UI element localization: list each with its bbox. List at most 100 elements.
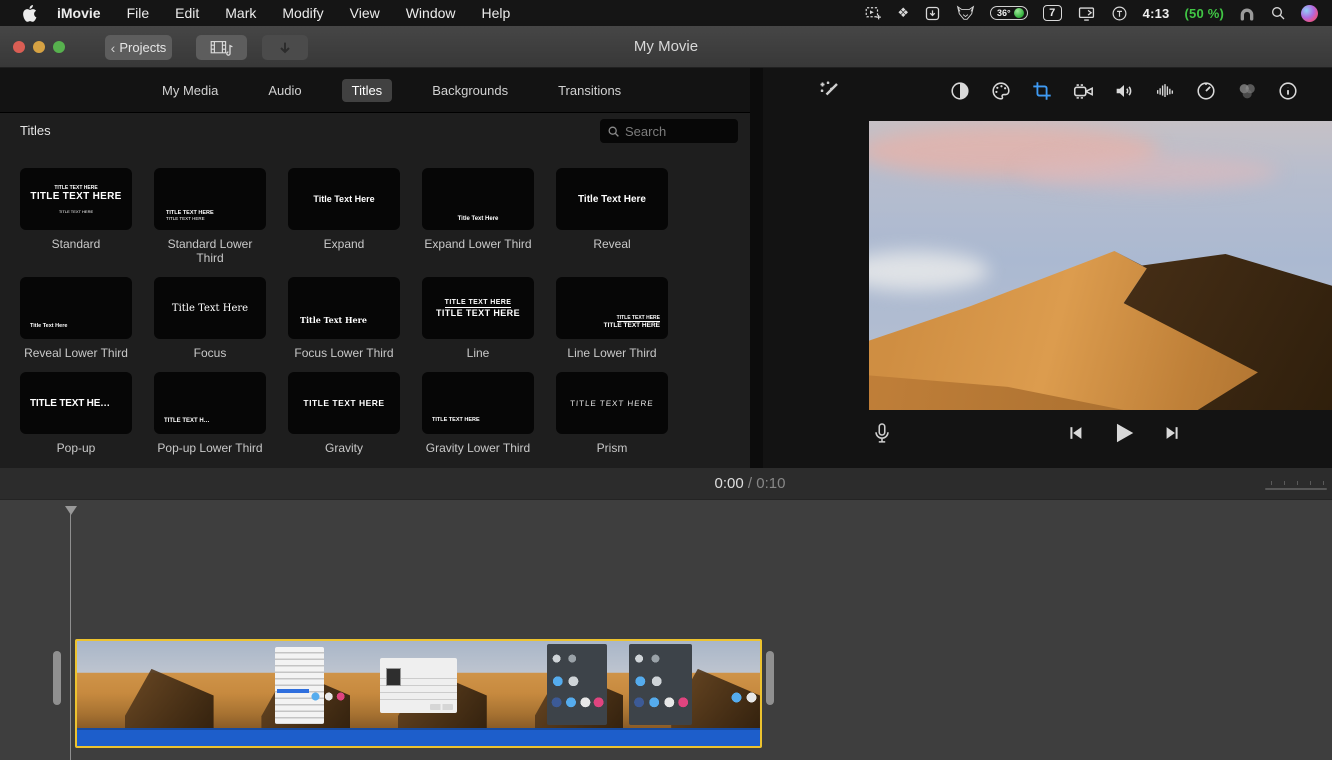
title-label: Pop-up [20, 441, 132, 455]
clip-frame-panel [629, 644, 692, 724]
stabilization-camera-icon[interactable] [1071, 77, 1095, 105]
title-item-expand-lower-third[interactable]: Title Text Here Expand Lower Third [422, 168, 534, 265]
title-item-reveal-lower-third[interactable]: Title Text Here Reveal Lower Third [20, 277, 132, 360]
title-thumbnail[interactable]: TITLE TEXT HE… [20, 372, 132, 434]
crop-icon[interactable] [1030, 77, 1054, 105]
title-thumbnail[interactable]: TITLE TEXT HERE TITLE TEXT HERE [422, 277, 534, 339]
calendar-icon[interactable]: 7 [1043, 5, 1062, 21]
transport-controls [1066, 420, 1182, 446]
arch-icon[interactable] [1239, 6, 1255, 21]
voiceover-mic-icon[interactable] [871, 422, 893, 448]
timeline[interactable] [0, 500, 1332, 760]
clip-frame[interactable] [350, 641, 487, 728]
color-palette-icon[interactable] [989, 77, 1013, 105]
tab-transitions[interactable]: Transitions [548, 79, 631, 102]
info-icon[interactable] [1276, 77, 1300, 105]
title-thumbnail[interactable]: TITLE TEXT HERE TITLE TEXT HERE [154, 168, 266, 230]
timeline-zoom-slider[interactable] [1265, 481, 1327, 493]
circled-t-icon[interactable] [1111, 5, 1128, 22]
title-thumbnail[interactable]: TITLE TEXT HERE [288, 372, 400, 434]
title-thumbnail[interactable]: Title Text Here [288, 277, 400, 339]
preview-viewer[interactable] [869, 121, 1332, 410]
timecode-separator: / [748, 475, 752, 492]
tab-my-media[interactable]: My Media [152, 79, 228, 102]
title-thumbnail[interactable]: TITLE TEXT HERE TITLE TEXT HERE [556, 277, 668, 339]
menu-item-app[interactable]: iMovie [44, 0, 114, 26]
diamonds-icon[interactable]: ❖ [897, 5, 909, 21]
title-thumbnail[interactable]: Title Text Here [422, 168, 534, 230]
enhance-wand-icon[interactable] [818, 79, 842, 103]
tab-backgrounds[interactable]: Backgrounds [422, 79, 518, 102]
fox-icon[interactable] [956, 5, 975, 21]
title-item-line[interactable]: TITLE TEXT HERE TITLE TEXT HERE Line [422, 277, 534, 360]
panel-divider[interactable] [750, 68, 763, 468]
title-item-prism[interactable]: TITLE TEXT HERE Prism [556, 372, 668, 455]
color-filters-icon[interactable] [1235, 77, 1259, 105]
title-label: Focus Lower Third [288, 346, 400, 360]
menu-item-help[interactable]: Help [469, 0, 524, 26]
viewer-panel [763, 68, 1332, 468]
title-thumbnail[interactable]: TITLE TEXT HERE [556, 372, 668, 434]
tab-audio[interactable]: Audio [258, 79, 311, 102]
apple-menu-icon[interactable] [14, 5, 44, 22]
title-item-standard-lower-third[interactable]: TITLE TEXT HERE TITLE TEXT HERE Standard… [154, 168, 266, 265]
title-item-pop-up-lower-third[interactable]: TITLE TEXT H… Pop-up Lower Third [154, 372, 266, 455]
menu-item-view[interactable]: View [337, 0, 393, 26]
selected-timeline-clip[interactable] [75, 639, 762, 748]
title-item-pop-up[interactable]: TITLE TEXT HE… Pop-up [20, 372, 132, 455]
clip-frame[interactable] [487, 641, 624, 728]
title-thumbnail[interactable]: TITLE TEXT HERE [422, 372, 534, 434]
playhead-line[interactable] [70, 514, 71, 760]
title-label: Gravity Lower Third [422, 441, 534, 455]
title-item-focus[interactable]: Title Text Here Focus [154, 277, 266, 360]
clip-trim-handle-left[interactable] [53, 651, 61, 705]
tab-titles[interactable]: Titles [342, 79, 393, 102]
clip-frame[interactable] [214, 641, 351, 728]
skip-to-start-button[interactable] [1066, 423, 1086, 443]
play-button[interactable] [1111, 420, 1137, 446]
search-box[interactable] [600, 119, 738, 143]
clip-audio-track[interactable] [77, 728, 760, 746]
title-thumbnail[interactable]: Title Text Here [20, 277, 132, 339]
clip-frame[interactable] [77, 641, 214, 728]
clip-frame[interactable] [623, 641, 760, 728]
search-input[interactable] [625, 124, 725, 139]
title-item-line-lower-third[interactable]: TITLE TEXT HERE TITLE TEXT HERE Line Low… [556, 277, 668, 360]
screen-capture-icon[interactable] [864, 4, 882, 22]
title-item-focus-lower-third[interactable]: Title Text Here Focus Lower Third [288, 277, 400, 360]
title-thumbnail[interactable]: Title Text Here [288, 168, 400, 230]
title-label: Prism [556, 441, 668, 455]
timecode-current: 0:00 [715, 475, 744, 492]
titles-grid: TITLE TEXT HERE TITLE TEXT HERE TITLE TE… [20, 168, 668, 455]
title-item-gravity[interactable]: TITLE TEXT HERE Gravity [288, 372, 400, 455]
temperature-pill[interactable]: 36° [990, 6, 1028, 20]
speed-gauge-icon[interactable] [1194, 77, 1218, 105]
menu-item-file[interactable]: File [114, 0, 163, 26]
menu-item-window[interactable]: Window [393, 0, 469, 26]
title-thumbnail[interactable]: TITLE TEXT HERE TITLE TEXT HERE TITLE TE… [20, 168, 132, 230]
menu-item-modify[interactable]: Modify [269, 0, 336, 26]
title-thumbnail[interactable]: TITLE TEXT H… [154, 372, 266, 434]
title-item-expand[interactable]: Title Text Here Expand [288, 168, 400, 265]
noise-equalizer-icon[interactable] [1153, 77, 1177, 105]
menu-item-mark[interactable]: Mark [212, 0, 269, 26]
clip-filmstrip[interactable] [77, 641, 760, 728]
color-balance-icon[interactable] [948, 77, 972, 105]
title-item-gravity-lower-third[interactable]: TITLE TEXT HERE Gravity Lower Third [422, 372, 534, 455]
clock-time[interactable]: 4:13 [1143, 6, 1170, 21]
siri-icon[interactable] [1301, 5, 1318, 22]
download-box-icon[interactable] [924, 5, 941, 22]
display-arrow-icon[interactable] [1077, 5, 1096, 22]
title-item-reveal[interactable]: Title Text Here Reveal [556, 168, 668, 265]
skip-to-end-button[interactable] [1162, 423, 1182, 443]
menu-item-edit[interactable]: Edit [162, 0, 212, 26]
title-thumbnail[interactable]: Title Text Here [556, 168, 668, 230]
title-item-standard[interactable]: TITLE TEXT HERE TITLE TEXT HERE TITLE TE… [20, 168, 132, 265]
volume-icon[interactable] [1112, 77, 1136, 105]
playhead-handle[interactable] [65, 506, 77, 515]
zoom-slider-track[interactable] [1265, 488, 1327, 490]
clip-trim-handle-right[interactable] [766, 651, 774, 705]
title-thumbnail[interactable]: Title Text Here [154, 277, 266, 339]
battery-percent[interactable]: (50 %) [1185, 6, 1225, 21]
spotlight-search-icon[interactable] [1270, 5, 1286, 21]
